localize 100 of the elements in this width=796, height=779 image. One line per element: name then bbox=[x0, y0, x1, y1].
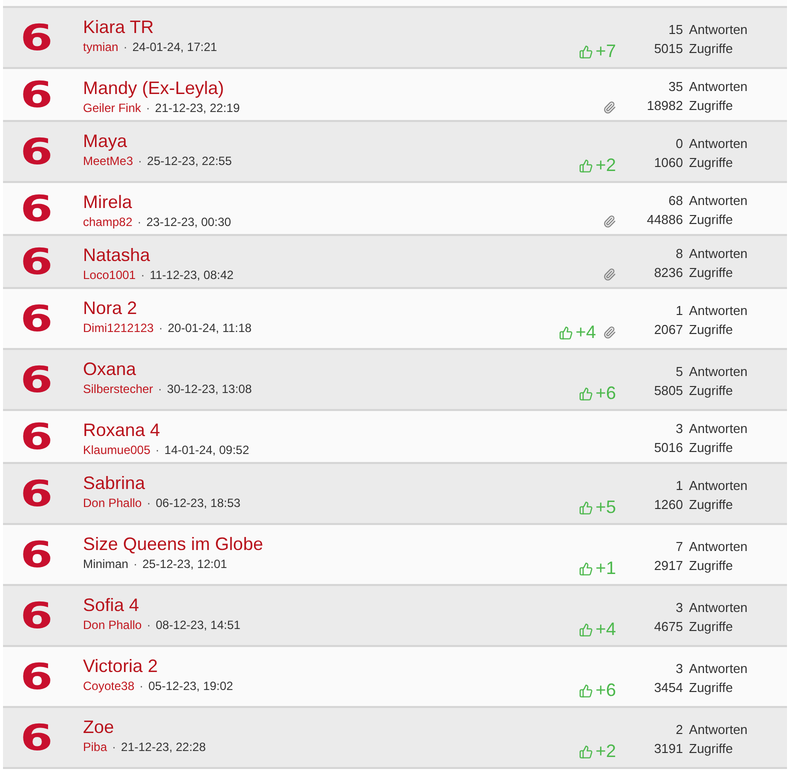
like-count: +2 bbox=[595, 154, 616, 177]
meta-separator: · bbox=[158, 320, 163, 336]
view-label: Zugriffe bbox=[689, 211, 734, 229]
reply-label: Antworten bbox=[689, 302, 749, 320]
thumbs-up-icon bbox=[579, 386, 594, 400]
thread-title-link[interactable]: Sofia 4 bbox=[83, 593, 140, 617]
reply-count: 3 bbox=[674, 420, 683, 438]
thread-title-link[interactable]: Mirela bbox=[83, 190, 132, 214]
view-label: Zugriffe bbox=[689, 40, 734, 58]
reply-count: 3 bbox=[674, 660, 683, 678]
post-date: 14-01-24, 09:52 bbox=[164, 442, 250, 458]
reply-label: Antworten bbox=[689, 192, 749, 210]
reply-count: 3 bbox=[674, 599, 683, 617]
meta-separator: · bbox=[158, 381, 162, 397]
reply-label: Antworten bbox=[689, 660, 749, 678]
author-link[interactable]: tymian bbox=[83, 39, 118, 55]
author-link[interactable]: Geiler Fink bbox=[83, 100, 142, 116]
thread-digit: 6 bbox=[20, 195, 54, 225]
reply-count: 35 bbox=[668, 78, 683, 96]
thumbs-up-icon bbox=[579, 158, 594, 172]
reply-label: Antworten bbox=[689, 477, 749, 495]
like-count: +6 bbox=[595, 679, 616, 702]
author-link[interactable]: Silberstecher bbox=[83, 381, 154, 397]
thread-title-link[interactable]: Oxana bbox=[83, 357, 136, 381]
view-count: 3191 bbox=[653, 740, 683, 758]
view-count: 18982 bbox=[646, 97, 683, 115]
view-label: Zugriffe bbox=[689, 321, 734, 339]
thread-title-link[interactable]: Kiara TR bbox=[83, 15, 154, 39]
post-date: 11-12-23, 08:42 bbox=[150, 267, 234, 283]
author-link[interactable]: Coyote38 bbox=[83, 678, 134, 694]
thread-digit: 6 bbox=[20, 305, 54, 335]
view-count: 8236 bbox=[653, 264, 683, 282]
author-link[interactable]: Miniman bbox=[83, 556, 128, 572]
thumbs-up-icon bbox=[579, 500, 594, 514]
author-link[interactable]: Don Phallo bbox=[83, 617, 142, 633]
post-date: 23-12-23, 00:30 bbox=[146, 214, 232, 230]
thread-title-link[interactable]: Nora 2 bbox=[83, 296, 138, 320]
author-link[interactable]: Dimi1212123 bbox=[83, 320, 154, 336]
reply-count: 68 bbox=[668, 192, 683, 210]
post-date: 06-12-23, 18:53 bbox=[156, 495, 240, 511]
post-date: 30-12-23, 13:08 bbox=[167, 381, 252, 397]
thumbs-up-icon bbox=[579, 562, 594, 576]
meta-separator: · bbox=[140, 267, 145, 283]
view-count: 5805 bbox=[653, 382, 683, 400]
thread-title-link[interactable]: Maya bbox=[83, 129, 128, 153]
author-link[interactable]: champ82 bbox=[83, 214, 132, 230]
reply-count: 1 bbox=[674, 302, 683, 320]
reply-count: 7 bbox=[674, 538, 683, 556]
thread-title-link[interactable]: Victoria 2 bbox=[83, 654, 158, 678]
view-count: 2067 bbox=[653, 321, 683, 339]
reply-count: 1 bbox=[674, 477, 683, 495]
thread-digit: 6 bbox=[20, 602, 54, 632]
view-label: Zugriffe bbox=[689, 97, 734, 115]
view-label: Zugriffe bbox=[689, 496, 734, 514]
thread-title-link[interactable]: Natasha bbox=[83, 243, 150, 267]
meta-separator: · bbox=[139, 678, 144, 694]
thread-digit: 6 bbox=[20, 248, 54, 278]
thumbs-up-icon bbox=[579, 684, 594, 698]
thread-title-link[interactable]: Roxana 4 bbox=[83, 418, 160, 442]
author-link[interactable]: MeetMe3 bbox=[83, 153, 134, 169]
reply-label: Antworten bbox=[689, 21, 749, 39]
like-count: +1 bbox=[595, 557, 616, 580]
like-count: +2 bbox=[595, 740, 616, 763]
reply-count: 5 bbox=[674, 363, 683, 381]
thread-digit: 6 bbox=[20, 480, 54, 510]
author-link[interactable]: Piba bbox=[83, 739, 108, 755]
thumbs-up-icon bbox=[559, 326, 574, 340]
like-count: +6 bbox=[595, 382, 616, 405]
view-label: Zugriffe bbox=[689, 740, 734, 758]
post-date: 21-12-23, 22:28 bbox=[121, 739, 206, 755]
reply-label: Antworten bbox=[689, 78, 749, 96]
reply-label: Antworten bbox=[689, 420, 749, 438]
thread-digit: 6 bbox=[20, 366, 54, 396]
meta-separator: · bbox=[146, 100, 150, 116]
reply-label: Antworten bbox=[689, 538, 749, 556]
thread-title-link[interactable]: Sabrina bbox=[83, 471, 146, 495]
thread-title-link[interactable]: Zoe bbox=[83, 715, 114, 739]
view-count: 4675 bbox=[653, 618, 683, 636]
thread-digit: 6 bbox=[20, 24, 54, 54]
thumbs-up-icon bbox=[579, 44, 594, 58]
view-count: 1060 bbox=[653, 154, 683, 172]
view-count: 2917 bbox=[653, 557, 683, 575]
reply-count: 2 bbox=[674, 721, 683, 739]
thread-title-link[interactable]: Mandy (Ex-Leyla) bbox=[83, 76, 224, 100]
author-link[interactable]: Loco1001 bbox=[83, 267, 136, 283]
reply-label: Antworten bbox=[689, 245, 749, 263]
post-date: 05-12-23, 19:02 bbox=[148, 678, 234, 694]
author-link[interactable]: Klaumue005 bbox=[83, 442, 150, 458]
thread-title-link[interactable]: Size Queens im Globe bbox=[83, 532, 264, 556]
thread-digit: 6 bbox=[20, 541, 54, 571]
thumbs-up-icon bbox=[579, 622, 594, 636]
meta-separator: · bbox=[146, 617, 151, 633]
view-count: 5015 bbox=[653, 40, 683, 58]
author-link[interactable]: Don Phallo bbox=[83, 495, 142, 511]
thread-digit: 6 bbox=[20, 423, 54, 453]
post-date: 08-12-23, 14:51 bbox=[156, 617, 240, 633]
view-label: Zugriffe bbox=[689, 679, 734, 697]
view-count: 3454 bbox=[653, 679, 683, 697]
reply-count: 0 bbox=[674, 135, 683, 153]
view-count: 44886 bbox=[646, 211, 683, 229]
